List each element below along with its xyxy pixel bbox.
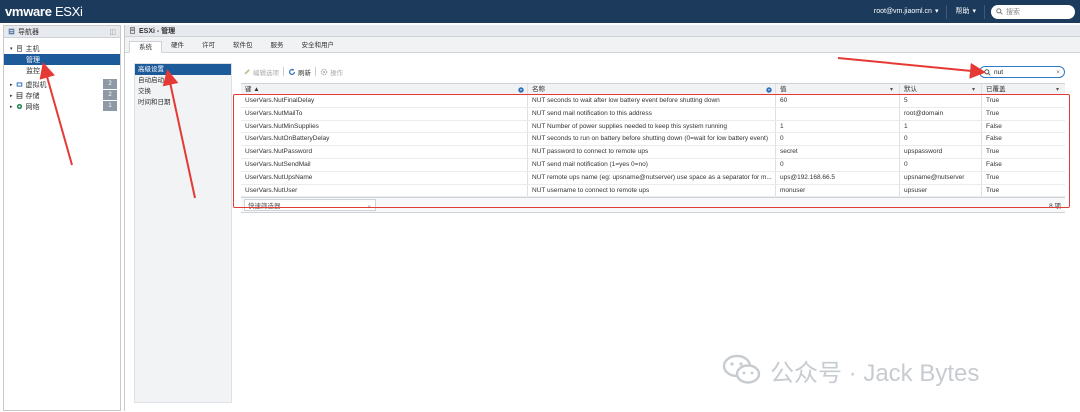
col-value[interactable]: 值 ▾: [776, 84, 900, 94]
col-default[interactable]: 默认 ▾: [900, 84, 982, 94]
chevron-down-icon: ▾: [934, 7, 939, 15]
nav-storage[interactable]: ▸ 存储 2: [4, 90, 120, 101]
gear-icon: [320, 68, 328, 75]
navigator-icon: [8, 28, 15, 35]
user-menu[interactable]: root@vm.jiaoml.cn ▾: [866, 4, 948, 19]
navigator-header: 导航器 ◫: [4, 26, 120, 38]
col-key[interactable]: 键 ▲: [241, 84, 528, 94]
host-icon: [16, 45, 22, 52]
chevron-down-icon[interactable]: ▾: [1056, 87, 1062, 93]
page-title: ESXi - 管理: [139, 27, 176, 35]
tab-hardware[interactable]: 硬件: [162, 40, 193, 52]
tab-security-users[interactable]: 安全和用户: [293, 40, 344, 52]
refresh-button[interactable]: 刷新: [288, 67, 311, 77]
refresh-icon: [289, 68, 295, 75]
clear-icon[interactable]: ×: [1056, 69, 1060, 76]
expand-arrow-icon: ▸: [10, 103, 13, 110]
actions-button[interactable]: 操作: [320, 67, 343, 77]
toolbar-divider: [315, 67, 316, 76]
collapse-icon[interactable]: ◫: [109, 28, 116, 36]
menu-swap[interactable]: 交换: [135, 86, 231, 97]
column-menu-icon[interactable]: [766, 87, 772, 93]
network-icon: [16, 103, 22, 110]
tab-bar: 系统 硬件 许可 软件包 服务 安全和用户: [125, 37, 1080, 53]
menu-time-date[interactable]: 时间和日期: [135, 97, 231, 108]
expand-arrow-icon: ▸: [10, 81, 13, 88]
edit-option-button[interactable]: 编辑选项: [243, 67, 279, 77]
main-header: ESXi - 管理: [125, 25, 1080, 37]
nav-host-manage[interactable]: 管理: [4, 54, 120, 65]
navigator-panel: 导航器 ◫ ▾ 主机 管理 监控 ▸ 虚拟机 2 ▸ 存储 2 ▸ 网络 1: [3, 25, 121, 411]
help-menu[interactable]: 帮助 ▾: [947, 4, 985, 19]
tab-services[interactable]: 服务: [262, 40, 293, 52]
annotation-highlight-box: [233, 94, 1070, 208]
tab-system[interactable]: 系统: [129, 41, 162, 53]
nav-host-monitor[interactable]: 监控: [4, 65, 120, 76]
nav-vms[interactable]: ▸ 虚拟机 2: [4, 79, 120, 90]
col-overridden[interactable]: 已覆盖 ▾: [982, 84, 1065, 94]
nav-host[interactable]: ▾ 主机: [4, 43, 120, 54]
col-name[interactable]: 名称: [528, 84, 776, 94]
pencil-icon: [244, 68, 250, 74]
host-icon: [130, 27, 135, 34]
search-icon: [996, 8, 1003, 15]
expand-arrow-icon: ▸: [10, 92, 13, 99]
search-input[interactable]: 搜索: [991, 4, 1075, 19]
vm-count-badge: 2: [103, 79, 117, 89]
watermark: 公众号 · Jack Bytes: [722, 352, 979, 388]
top-bar: vmware ESXi root@vm.jiaoml.cn ▾ 帮助 ▾ 搜索: [0, 0, 1080, 23]
menu-advanced-settings[interactable]: 高级设置: [135, 64, 231, 75]
storage-count-badge: 2: [103, 90, 117, 100]
nav-network[interactable]: ▸ 网络 1: [4, 101, 120, 112]
column-menu-icon[interactable]: [518, 87, 524, 93]
network-count-badge: 1: [103, 101, 117, 111]
chevron-down-icon[interactable]: ▾: [972, 87, 978, 93]
expand-arrow-icon: ▾: [10, 45, 13, 52]
tab-licensing[interactable]: 许可: [193, 40, 224, 52]
system-side-menu: 高级设置 自动启动 交换 时间和日期: [134, 63, 232, 403]
chevron-down-icon: ▾: [972, 7, 976, 15]
chevron-down-icon[interactable]: ▾: [890, 87, 896, 93]
vmware-esxi-logo: vmware ESXi: [5, 4, 83, 19]
virtual-machine-icon: [16, 82, 22, 87]
storage-icon: [16, 92, 22, 99]
wechat-icon: [722, 354, 761, 384]
toolbar-divider: [283, 67, 284, 76]
menu-autostart[interactable]: 自动启动: [135, 75, 231, 86]
grid-filter-input[interactable]: nut ×: [979, 66, 1065, 78]
search-icon: [984, 68, 991, 76]
grid-toolbar: 编辑选项 刷新 操作: [243, 65, 1071, 78]
tab-packages[interactable]: 软件包: [224, 40, 262, 52]
